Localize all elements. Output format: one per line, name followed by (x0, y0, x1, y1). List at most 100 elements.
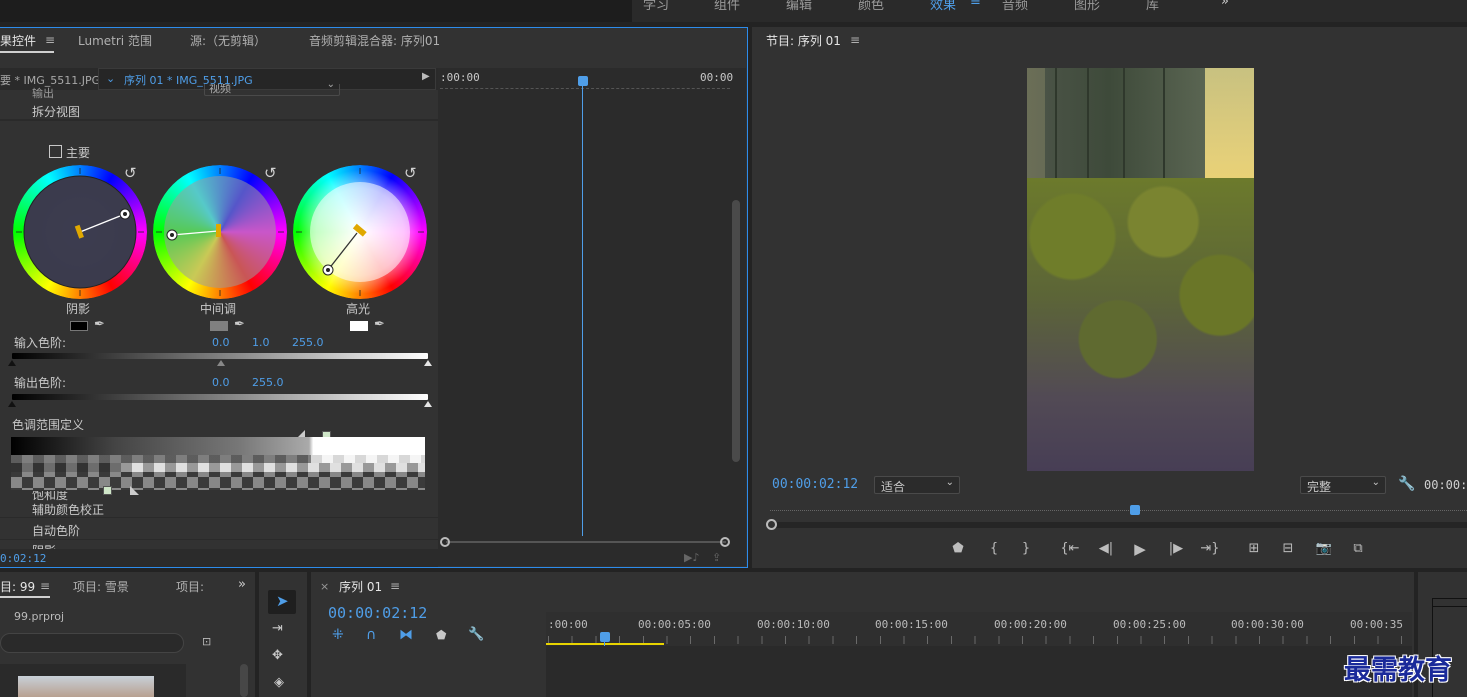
output-levels-black[interactable]: 0.0 (212, 376, 230, 389)
add-marker-icon[interactable]: ⬟ (948, 541, 968, 556)
program-timecode[interactable]: 00:00:02:12 (772, 477, 858, 492)
input-levels-black[interactable]: 0.0 (212, 336, 230, 349)
tab-project-snow[interactable]: 项目: 雪景 (73, 578, 129, 595)
midtones-eyedropper-icon[interactable]: ✒ (234, 317, 245, 332)
effect-timeline-ruler (440, 88, 730, 89)
comparison-view-icon[interactable]: ⧉ (1348, 541, 1368, 556)
mark-in-icon[interactable]: { (984, 541, 1004, 556)
input-white-handle[interactable] (424, 360, 432, 366)
highlights-swatch[interactable] (350, 321, 368, 331)
close-sequence-icon[interactable]: × (320, 580, 329, 593)
mark-out-icon[interactable]: } (1016, 541, 1036, 556)
master-checkbox[interactable] (49, 145, 62, 158)
step-forward-icon[interactable]: |▶ (1166, 541, 1186, 556)
secondary-color-correction-label[interactable]: 辅助颜色校正 (32, 501, 104, 518)
timeline-marker-icon[interactable]: ⬟ (436, 628, 446, 642)
filter-audio-icon[interactable]: ▶♪ (684, 551, 699, 564)
subtab-master-clip[interactable]: 要 * IMG_5511.JPG (0, 72, 100, 88)
workspace-more-icon[interactable]: » (1221, 0, 1229, 9)
monitor-zoom-bar[interactable] (776, 522, 1467, 528)
extract-icon[interactable]: ⊟ (1278, 541, 1298, 556)
output-white-handle[interactable] (424, 401, 432, 407)
highlights-reset-icon[interactable]: ↺ (404, 164, 417, 182)
shadows-eyedropper-icon[interactable]: ✒ (94, 317, 105, 332)
zoom-handle-right[interactable] (720, 537, 730, 547)
output-black-handle[interactable] (8, 401, 16, 407)
razor-tool-icon[interactable]: ◈ (274, 675, 284, 690)
tab-project-99[interactable]: 目: 99 (0, 578, 35, 595)
program-monitor-title[interactable]: 节目: 序列 01 (766, 32, 841, 49)
output-levels-slider[interactable] (12, 394, 428, 400)
project-scrollbar[interactable] (240, 664, 248, 697)
timeline-tracks[interactable] (546, 646, 1412, 697)
tab-effect-controls[interactable]: 果控件 (0, 32, 36, 49)
program-video-frame[interactable] (1027, 68, 1254, 471)
workspace-tab-graphics[interactable]: 图形 (1074, 0, 1100, 13)
midtones-swatch[interactable] (210, 321, 228, 331)
new-search-bin-icon[interactable]: ⊡ (202, 635, 211, 648)
timeline-sequence-tab[interactable]: 序列 01 (339, 578, 382, 595)
track-select-tool-icon[interactable]: ⇥ (272, 621, 283, 636)
workspace-tab-libraries[interactable]: 库 (1146, 0, 1159, 13)
effect-vertical-scrollbar[interactable] (732, 200, 740, 462)
export-frame-icon[interactable]: 📷 (1314, 541, 1334, 556)
linked-selection-icon[interactable]: ⧓ (399, 627, 413, 643)
effect-playhead-handle[interactable] (578, 76, 588, 86)
workspace-tab-learn[interactable]: 学习 (643, 0, 669, 13)
go-to-in-icon[interactable]: {⇤ (1060, 541, 1080, 556)
play-only-audio-icon[interactable]: ▶ (422, 71, 430, 82)
work-area-bar[interactable] (546, 643, 664, 645)
project-menu-icon[interactable]: ≡ (40, 579, 50, 593)
tab-lumetri-scopes[interactable]: Lumetri 范围 (78, 32, 152, 49)
workspace-tab-assembly[interactable]: 组件 (714, 0, 740, 13)
tonal-range-bottom-right-handle[interactable] (130, 486, 139, 495)
step-back-icon[interactable]: ◀| (1096, 541, 1116, 556)
ruler-label-20: 00:00:20:00 (994, 618, 1067, 631)
input-levels-gamma[interactable]: 1.0 (252, 336, 270, 349)
tonal-range-bottom-left-handle[interactable] (103, 486, 112, 495)
fit-dropdown[interactable]: 适合 ⌄ (874, 476, 960, 494)
timeline-menu-icon[interactable]: ≡ (390, 579, 400, 593)
effect-current-timecode[interactable]: 0:02:12 (0, 552, 46, 565)
insert-sequences-icon[interactable]: ⁜ (332, 627, 344, 643)
wrench-icon[interactable]: 🔧 (1398, 476, 1415, 492)
lift-icon[interactable]: ⊞ (1244, 541, 1264, 556)
input-gamma-handle[interactable] (217, 360, 225, 366)
effect-timeline-area[interactable] (438, 68, 746, 566)
zoom-handle-left[interactable] (440, 537, 450, 547)
timeline-settings-wrench-icon[interactable]: 🔧 (468, 627, 484, 642)
project-search-input[interactable] (0, 633, 184, 653)
highlights-eyedropper-icon[interactable]: ✒ (374, 317, 385, 332)
input-levels-slider[interactable] (12, 353, 428, 359)
selection-tool-icon[interactable]: ➤ (276, 592, 289, 610)
export-icon[interactable]: ⇪ (712, 551, 721, 564)
panel-menu-icon[interactable]: ≡ (45, 33, 55, 47)
tab-audio-clip-mixer[interactable]: 音频剪辑混合器: 序列01 (309, 32, 440, 49)
workspace-tab-effects[interactable]: 效果 (930, 0, 956, 13)
quality-dropdown[interactable]: 完整 ⌄ (1300, 476, 1386, 494)
tab-source[interactable]: 源:（无剪辑） (190, 32, 266, 49)
input-levels-white[interactable]: 255.0 (292, 336, 324, 349)
ripple-edit-tool-icon[interactable]: ✥ (272, 648, 283, 663)
output-levels-white[interactable]: 255.0 (252, 376, 284, 389)
monitor-zoom-handle[interactable] (766, 519, 777, 530)
shadows-swatch[interactable] (70, 321, 88, 331)
snap-magnet-icon[interactable]: ∩ (366, 627, 376, 643)
project-more-icon[interactable]: » (238, 577, 246, 592)
timeline-playhead-handle[interactable] (600, 632, 610, 642)
midtones-reset-icon[interactable]: ↺ (264, 164, 277, 182)
effect-zoom-scrollbar[interactable] (446, 541, 726, 543)
project-thumbnail[interactable] (18, 676, 154, 697)
program-monitor-menu-icon[interactable]: ≡ (850, 33, 860, 47)
shadows-reset-icon[interactable]: ↺ (124, 164, 137, 182)
workspace-tab-audio[interactable]: 音频 (1002, 0, 1028, 13)
auto-levels-label[interactable]: 自动色阶 (32, 522, 80, 539)
workspace-tab-editing[interactable]: 编辑 (786, 0, 812, 13)
workspace-tab-color[interactable]: 颜色 (858, 0, 884, 13)
workspace-menu-icon[interactable]: ≡ (970, 0, 981, 9)
play-icon[interactable]: ▶ (1130, 540, 1150, 558)
monitor-playhead[interactable] (1130, 505, 1140, 515)
go-to-out-icon[interactable]: ⇥} (1200, 541, 1220, 556)
input-black-handle[interactable] (8, 360, 16, 366)
timeline-timecode[interactable]: 00:00:02:12 (328, 604, 427, 622)
